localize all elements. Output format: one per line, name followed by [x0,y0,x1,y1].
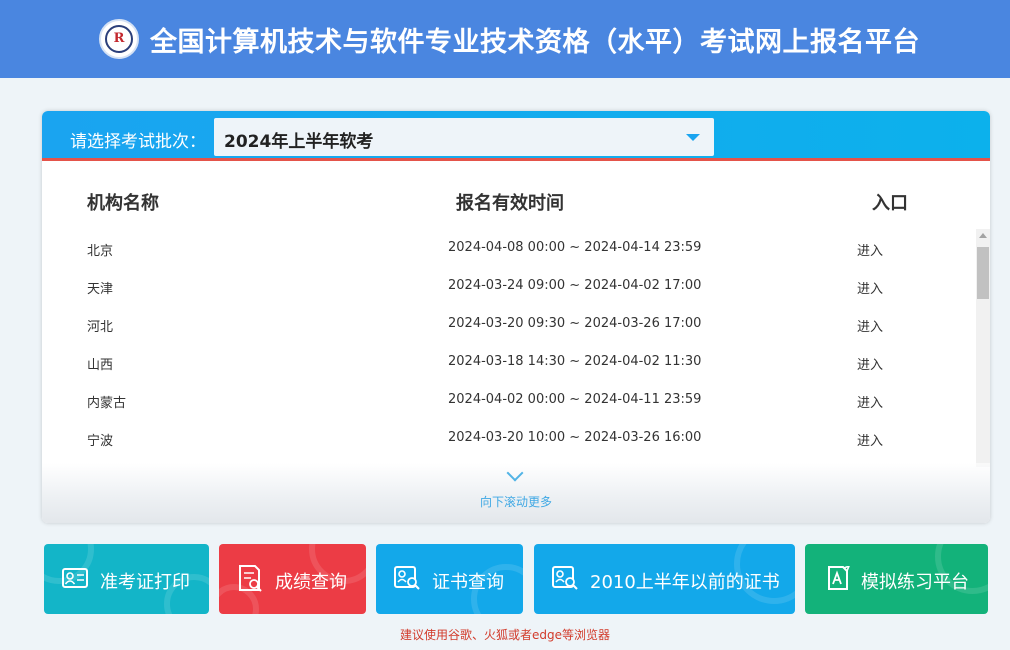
id-card-icon [62,568,88,588]
admission-ticket-print-button[interactable]: 准考证打印 [44,544,209,614]
batch-label: 请选择考试批次： [70,132,206,152]
enter-link[interactable]: 进入 [857,430,883,449]
certificate-query-button[interactable]: 证书查询 [376,544,523,614]
institution-name: 内蒙古 [87,396,127,411]
list-scrollbar[interactable] [976,229,990,467]
registration-time: 2024-04-08 00:00 ~ 2024-04-14 23:59 [448,240,702,255]
batch-selector-bar: 请选择考试批次： 2024年上半年软考 [42,111,990,161]
practice-icon [828,566,850,590]
registration-time: 2024-03-20 09:30 ~ 2024-03-26 17:00 [448,316,702,331]
score-report-icon [239,565,262,592]
exam-logo-icon: R [99,19,139,59]
chevron-down-icon [686,134,700,141]
table-row: 天津 2024-03-24 09:00 ~ 2024-04-02 17:00 进… [42,267,972,305]
institution-name: 河北 [87,320,114,335]
pre-2010-certificate-button[interactable]: 2010上半年以前的证书 [534,544,795,614]
column-header-entry: 入口 [872,193,908,214]
page-title: 全国计算机技术与软件专业技术资格（水平）考试网上报名平台 [150,27,920,58]
table-row: 山西 2024-03-18 14:30 ~ 2024-04-02 11:30 进… [42,343,972,381]
scroll-more-hint: 向下滚动更多 [42,463,990,523]
scroll-more-text: 向下滚动更多 [479,495,552,509]
registration-time: 2024-03-24 09:00 ~ 2024-04-02 17:00 [448,278,702,293]
column-header-time: 报名有效时间 [456,193,564,214]
chevron-down-icon [506,464,524,482]
scrollbar-thumb[interactable] [977,247,989,299]
table-row: 内蒙古 2024-04-02 00:00 ~ 2024-04-11 23:59 … [42,381,972,419]
practice-platform-button[interactable]: 模拟练习平台 [805,544,988,614]
registration-time: 2024-04-02 00:00 ~ 2024-04-11 23:59 [448,392,702,407]
registration-time: 2024-03-20 10:00 ~ 2024-03-26 16:00 [448,430,702,445]
registration-panel: 请选择考试批次： 2024年上半年软考 机构名称 报名有效时间 入口 北京 20… [42,111,990,523]
enter-link[interactable]: 进入 [857,240,883,259]
batch-selected-value: 2024年上半年软考 [224,132,374,152]
scroll-up-arrow-icon[interactable] [979,233,987,238]
institution-list[interactable]: 北京 2024-04-08 00:00 ~ 2024-04-14 23:59 进… [42,229,972,469]
table-row: 河北 2024-03-20 09:30 ~ 2024-03-26 17:00 进… [42,305,972,343]
tile-label: 模拟练习平台 [861,572,969,593]
header-bar: R 全国计算机技术与软件专业技术资格（水平）考试网上报名平台 [0,0,1010,78]
browser-tip: 建议使用谷歌、火狐或者edge等浏览器 [399,628,610,642]
tile-label: 准考证打印 [100,572,190,593]
old-certificate-icon [552,566,578,590]
institution-name: 北京 [87,244,114,259]
registration-time: 2024-03-18 14:30 ~ 2024-04-02 11:30 [448,354,702,369]
table-row: 北京 2024-04-08 00:00 ~ 2024-04-14 23:59 进… [42,229,972,267]
tile-label: 2010上半年以前的证书 [590,572,780,593]
batch-select[interactable]: 2024年上半年软考 [214,118,714,156]
score-query-button[interactable]: 成绩查询 [219,544,366,614]
enter-link[interactable]: 进入 [857,392,883,411]
tile-label: 成绩查询 [275,572,347,593]
certificate-search-icon [394,566,420,590]
institution-name: 天津 [87,282,114,297]
column-header-name: 机构名称 [87,193,159,214]
institution-name: 宁波 [87,434,114,449]
enter-link[interactable]: 进入 [857,316,883,335]
table-row: 宁波 2024-03-20 10:00 ~ 2024-03-26 16:00 进… [42,419,972,457]
institution-name: 山西 [87,358,114,373]
enter-link[interactable]: 进入 [857,278,883,297]
tile-label: 证书查询 [432,572,504,593]
enter-link[interactable]: 进入 [857,354,883,373]
